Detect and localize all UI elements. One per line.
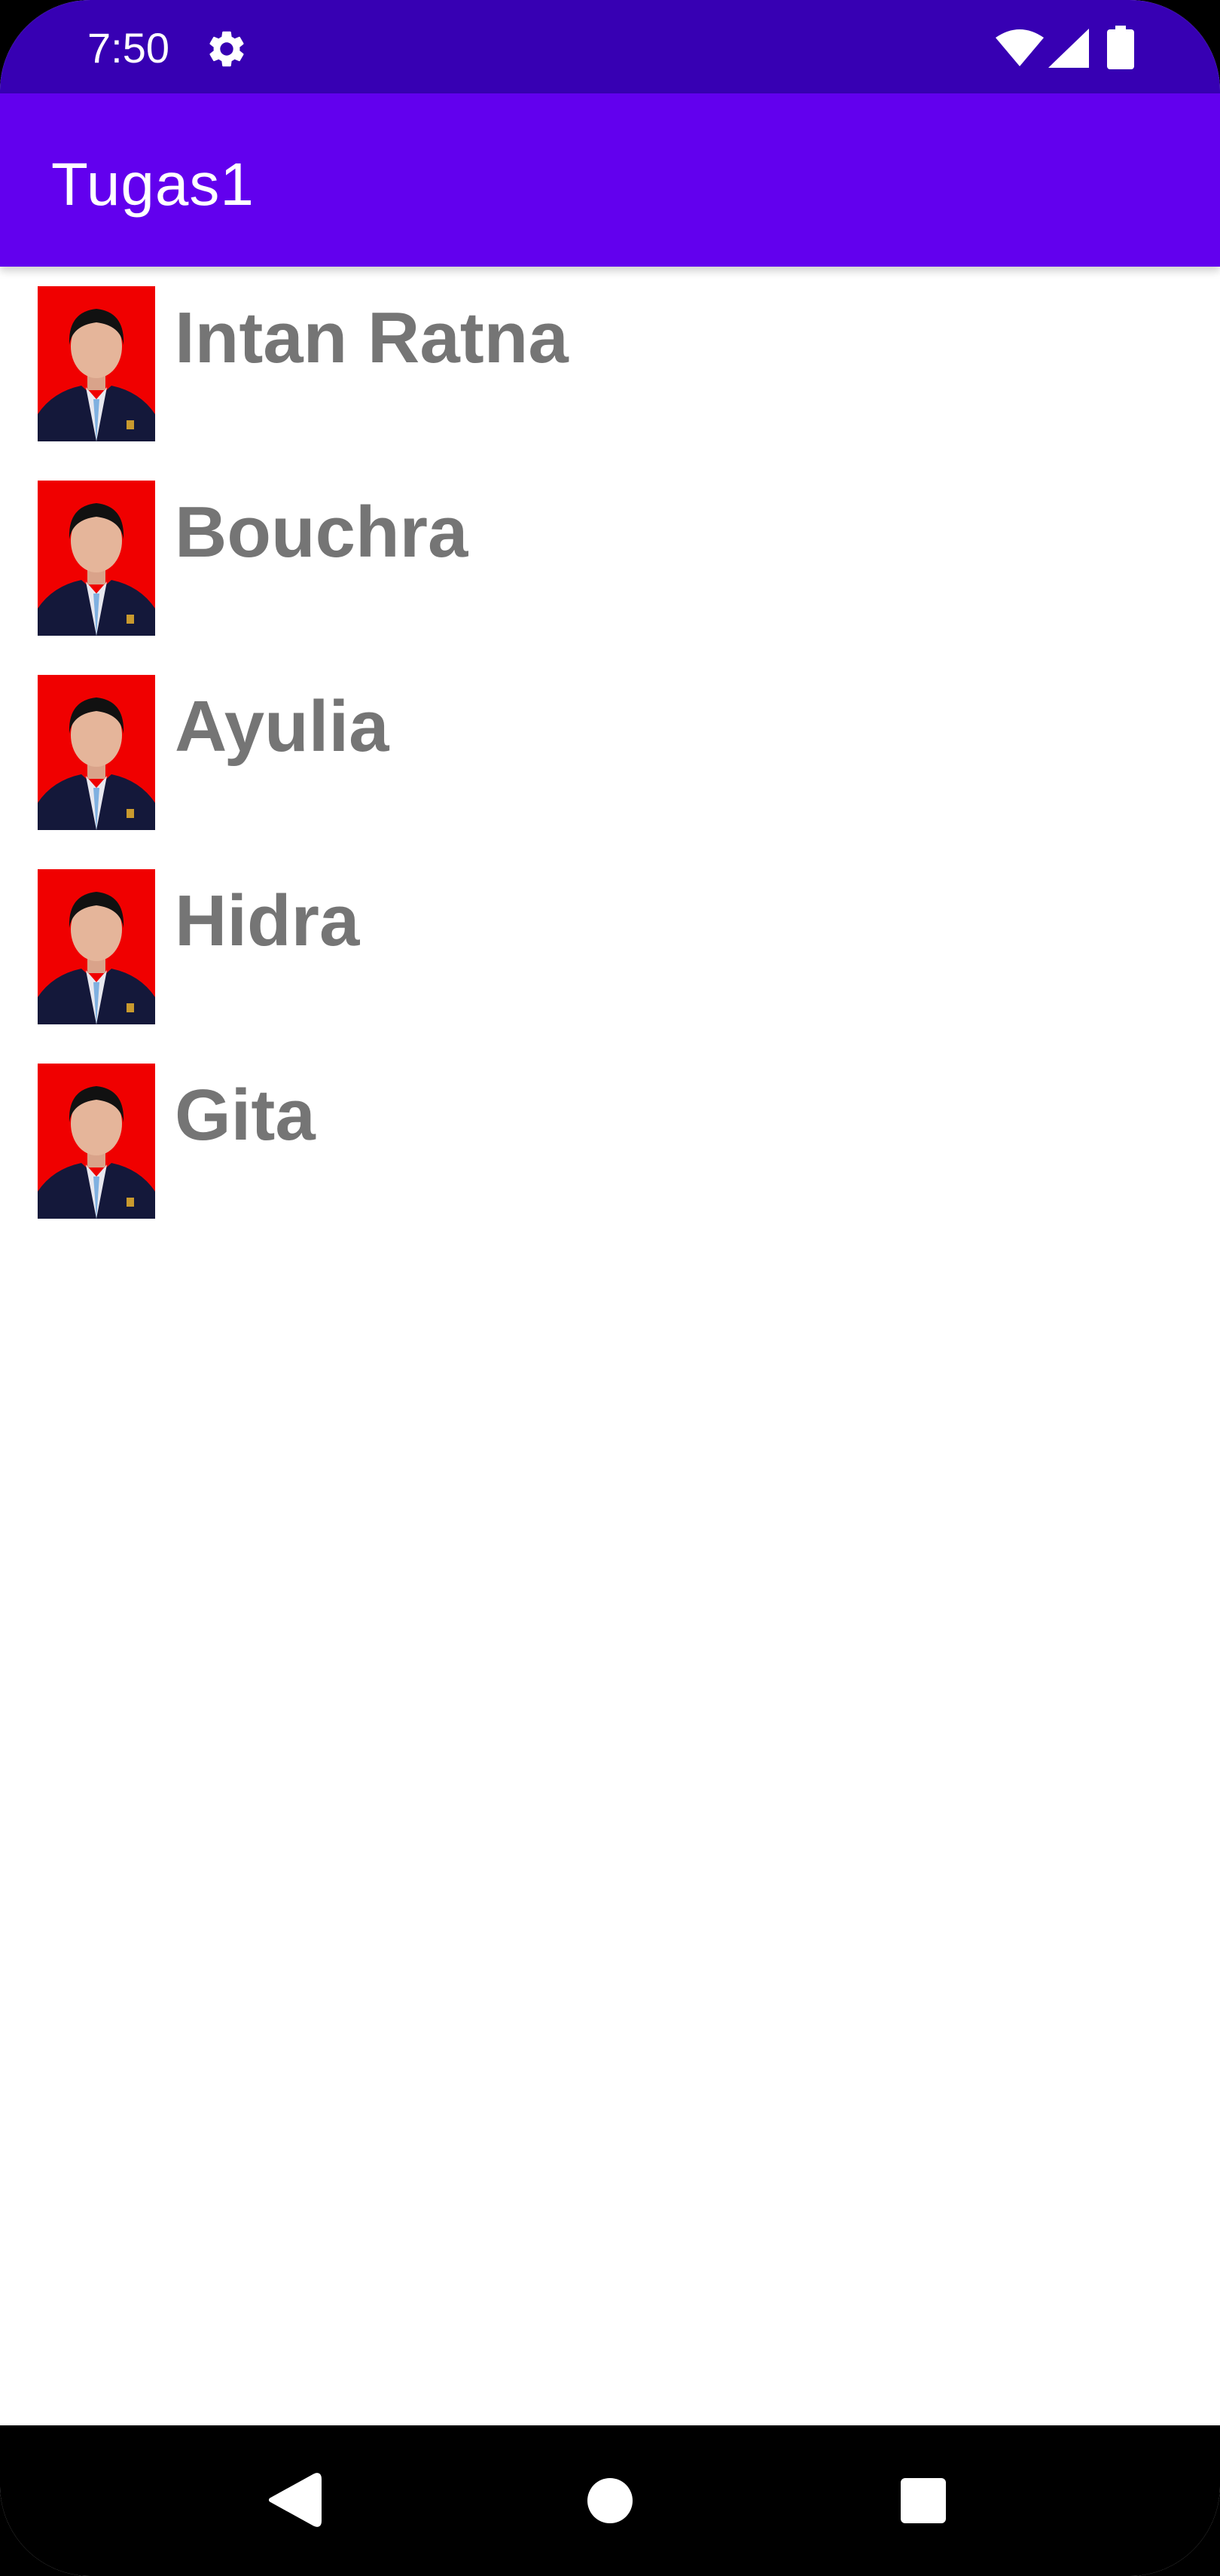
navigation-bar	[0, 2425, 1220, 2576]
recents-icon[interactable]	[848, 2425, 999, 2576]
item-name: Intan Ratna	[175, 298, 569, 378]
gear-icon	[205, 27, 249, 71]
list-item[interactable]: Ayulia	[0, 655, 1220, 850]
item-name: Hidra	[175, 881, 360, 961]
profile-photo	[38, 675, 155, 830]
phone-screen: 7:50 Tugas1 Intan Ratna Bouchra Ayulia H…	[0, 0, 1220, 2576]
status-time: 7:50	[87, 24, 169, 72]
back-icon[interactable]	[218, 2425, 369, 2576]
profile-photo	[38, 869, 155, 1024]
signal-icon	[1048, 29, 1089, 68]
profile-photo	[38, 481, 155, 636]
item-name: Gita	[175, 1075, 316, 1155]
list-item[interactable]: Bouchra	[0, 461, 1220, 655]
list-item[interactable]: Gita	[0, 1044, 1220, 1238]
wifi-icon	[996, 29, 1044, 68]
list-item[interactable]: Intan Ratna	[0, 267, 1220, 461]
app-bar: Tugas1	[0, 93, 1220, 267]
app-title: Tugas1	[51, 151, 255, 218]
status-bar: 7:50	[0, 0, 1220, 93]
battery-icon	[1107, 26, 1134, 69]
item-name: Bouchra	[175, 492, 468, 572]
item-name: Ayulia	[175, 686, 389, 767]
profile-photo	[38, 286, 155, 441]
profile-photo	[38, 1064, 155, 1219]
home-icon[interactable]	[535, 2425, 685, 2576]
list-item[interactable]: Hidra	[0, 850, 1220, 1044]
